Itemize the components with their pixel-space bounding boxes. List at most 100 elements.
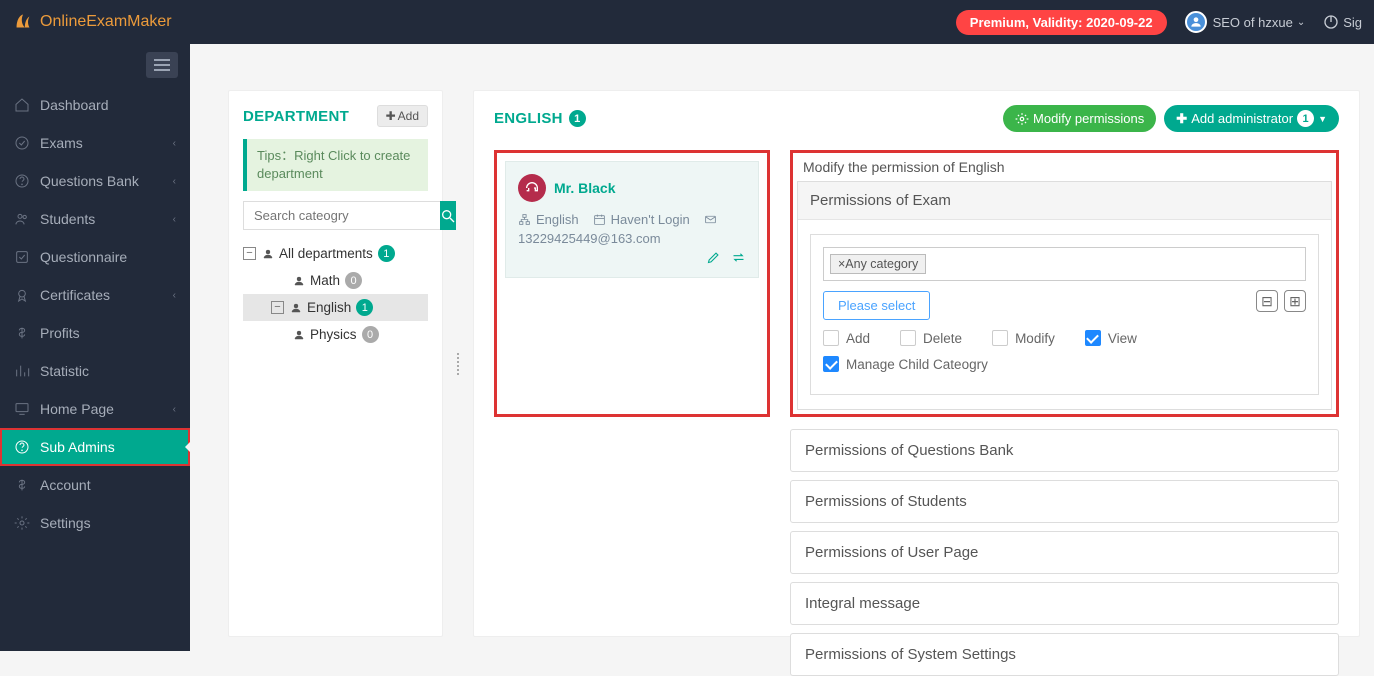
chevron-left-icon: ‹ (173, 176, 176, 187)
sidebar-item-questionnaire[interactable]: Questionnaire (0, 238, 190, 276)
admin-name: Mr. Black (554, 180, 615, 196)
admin-avatar (518, 174, 546, 202)
gear-icon (14, 515, 30, 531)
user-icon (290, 302, 302, 314)
add-administrator-button[interactable]: ✚ Add administrator 1 ▼ (1164, 105, 1339, 132)
tree-english[interactable]: − English 1 (243, 294, 428, 321)
chevron-left-icon: ‹ (173, 290, 176, 301)
main: DEPARTMENT ✚Add Tips：Right Click to crea… (190, 44, 1374, 651)
modify-permission-title: Modify the permission of English (797, 157, 1332, 181)
admin-card[interactable]: Mr. Black English Haven't Login 13229425… (505, 161, 759, 278)
permissions-exam-panel: Permissions of Exam ×Any category Please… (797, 181, 1332, 410)
sidebar-item-home-page[interactable]: Home Page‹ (0, 390, 190, 428)
english-count-badge: 1 (569, 110, 586, 127)
sidebar-item-dashboard[interactable]: Dashboard (0, 86, 190, 124)
sidebar-item-questions-bank[interactable]: Questions Bank‹ (0, 162, 190, 200)
collapse-icon[interactable]: − (243, 247, 256, 260)
chevron-left-icon: ‹ (173, 214, 176, 225)
sidebar-item-students[interactable]: Students‹ (0, 200, 190, 238)
sidebar-item-certificates[interactable]: Certificates‹ (0, 276, 190, 314)
topbar: OnlineExamMaker Premium, Validity: 2020-… (0, 0, 1374, 44)
sidebar-item-sub-admins[interactable]: Sub Admins (0, 428, 190, 466)
modify-permissions-button[interactable]: Modify permissions (1003, 105, 1156, 132)
swap-icon[interactable] (731, 250, 746, 265)
signout-button[interactable]: Sig (1323, 14, 1362, 30)
english-panel: ENGLISH 1 Modify permissions ✚ Add admin… (473, 90, 1360, 637)
brand-text: OnlineExamMaker (40, 13, 172, 31)
any-category-tag[interactable]: ×Any category (830, 254, 926, 274)
sidebar: Dashboard Exams‹ Questions Bank‹ Student… (0, 44, 190, 651)
accordion-questions-bank[interactable]: Permissions of Questions Bank (790, 429, 1339, 472)
power-icon (1323, 14, 1339, 30)
please-select-button[interactable]: Please select (823, 291, 930, 320)
avatar (1185, 11, 1207, 33)
help-circle-icon (14, 439, 30, 455)
user-menu[interactable]: SEO of hzxue ⌄ (1185, 11, 1306, 33)
edit-icon[interactable] (706, 250, 721, 265)
logo-icon (12, 11, 34, 33)
search-button[interactable] (440, 201, 456, 230)
accordion-user-page[interactable]: Permissions of User Page (790, 531, 1339, 574)
admin-card-highlight: Mr. Black English Haven't Login 13229425… (494, 150, 770, 417)
sidebar-item-settings[interactable]: Settings (0, 504, 190, 542)
premium-badge[interactable]: Premium, Validity: 2020-09-22 (956, 10, 1167, 35)
award-icon (14, 287, 30, 303)
category-select-box[interactable]: ×Any category (823, 247, 1306, 281)
user-icon (262, 248, 274, 260)
headset-icon (524, 180, 540, 196)
calendar-icon (593, 213, 606, 226)
sidebar-item-statistic[interactable]: Statistic (0, 352, 190, 390)
logo[interactable]: OnlineExamMaker (12, 11, 172, 33)
expand-all-button[interactable]: ⊞ (1284, 290, 1306, 312)
tree-math[interactable]: Math 0 (243, 267, 428, 294)
collapse-icon[interactable]: − (271, 301, 284, 314)
sidebar-item-exams[interactable]: Exams‹ (0, 124, 190, 162)
add-department-button[interactable]: ✚Add (377, 105, 428, 127)
department-tip: Tips：Right Click to create department (243, 139, 428, 191)
check-circle-icon (14, 135, 30, 151)
tree-physics[interactable]: Physics 0 (243, 321, 428, 348)
users-icon (14, 211, 30, 227)
checkbox-view[interactable]: View (1085, 330, 1137, 346)
chevron-left-icon: ‹ (173, 404, 176, 415)
user-icon (293, 329, 305, 341)
search-icon (440, 208, 456, 224)
count-badge: 1 (356, 299, 373, 316)
chevron-down-icon: ⌄ (1297, 17, 1305, 28)
admin-count-badge: 1 (1297, 110, 1314, 127)
monitor-icon (14, 401, 30, 417)
chevron-down-icon: ▼ (1318, 114, 1327, 124)
signout-label: Sig (1343, 15, 1362, 30)
sidebar-item-account[interactable]: Account (0, 466, 190, 504)
home-icon (14, 97, 30, 113)
search-category-input[interactable] (243, 201, 440, 230)
count-badge: 1 (378, 245, 395, 262)
checkbox-modify[interactable]: Modify (992, 330, 1055, 346)
checkbox-add[interactable]: Add (823, 330, 870, 346)
accordion-system-settings[interactable]: Permissions of System Settings (790, 633, 1339, 676)
department-panel: DEPARTMENT ✚Add Tips：Right Click to crea… (228, 90, 443, 637)
chevron-left-icon: ‹ (173, 138, 176, 149)
hamburger-button[interactable] (146, 52, 178, 78)
accordion-students[interactable]: Permissions of Students (790, 480, 1339, 523)
gear-icon (1015, 112, 1029, 126)
permissions-exam-header[interactable]: Permissions of Exam (798, 182, 1331, 220)
sidebar-item-profits[interactable]: Profits (0, 314, 190, 352)
admin-email: 13229425449@163.com (518, 231, 746, 246)
user-icon (293, 275, 305, 287)
help-circle-icon (14, 173, 30, 189)
check-square-icon (14, 249, 30, 265)
resize-handle[interactable] (455, 353, 461, 375)
checkbox-manage-child[interactable]: Manage Child Cateogry (823, 356, 988, 372)
plus-icon: ✚ (1176, 111, 1187, 127)
sitemap-icon (518, 213, 531, 226)
accordion-integral-message[interactable]: Integral message (790, 582, 1339, 625)
tree-all-departments[interactable]: − All departments 1 (243, 240, 428, 267)
count-badge: 0 (362, 326, 379, 343)
dollar-icon (14, 325, 30, 341)
checkbox-delete[interactable]: Delete (900, 330, 962, 346)
collapse-all-button[interactable]: ⊟ (1256, 290, 1278, 312)
user-name: SEO of hzxue (1213, 15, 1293, 30)
dollar-icon (14, 477, 30, 493)
mail-icon (704, 213, 717, 226)
